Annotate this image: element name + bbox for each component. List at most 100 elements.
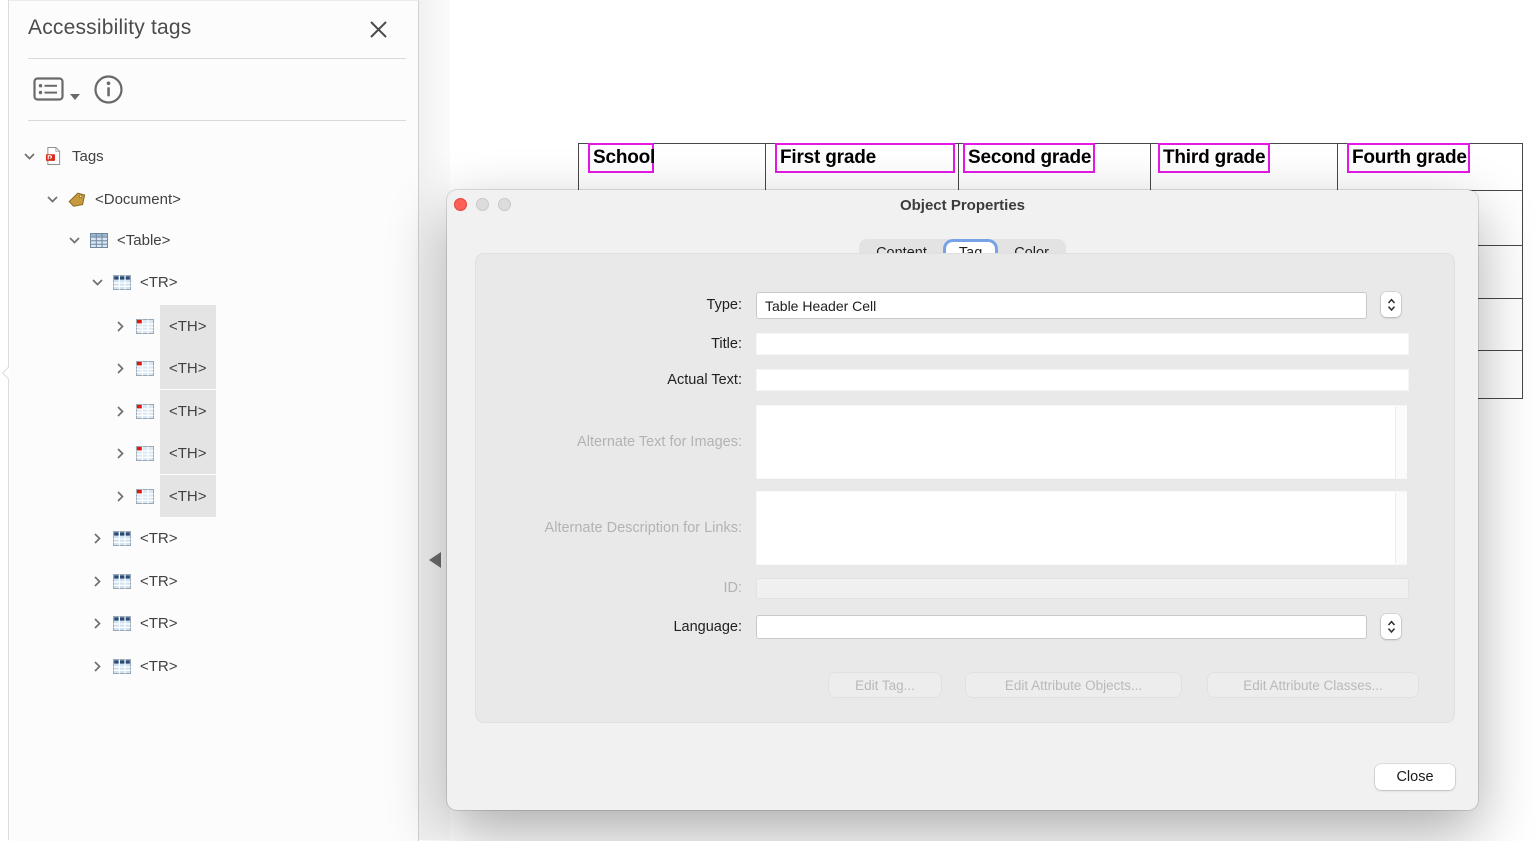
table-header-cell-icon (136, 445, 154, 462)
tree-item-label: <Table> (117, 232, 170, 249)
tree-item-label: <TR> (140, 274, 178, 291)
tree-item-label: <TH> (160, 347, 216, 389)
tree-item-tags[interactable]: Tags (9, 135, 418, 177)
language-field[interactable] (756, 615, 1367, 639)
chevron-right-icon[interactable] (114, 447, 127, 460)
up-down-chevrons-icon (1387, 620, 1396, 634)
tree-item-tr-3[interactable]: <TR> (9, 560, 418, 602)
options-menu-icon[interactable] (33, 77, 64, 102)
table-header-cell-icon (136, 318, 154, 335)
header-cell-text: Second grade (968, 147, 1091, 169)
tree-item-tr-5[interactable]: <TR> (9, 645, 418, 687)
scrollbar-track (1395, 406, 1407, 478)
tree-item-tr-header[interactable]: <TR> (9, 261, 418, 303)
edit-tag-button: Edit Tag... (829, 673, 941, 697)
type-label: Type: (476, 297, 742, 313)
chevron-right-icon[interactable] (114, 490, 127, 503)
chevron-right-icon[interactable] (91, 617, 104, 630)
tree-item-tr-4[interactable]: <TR> (9, 602, 418, 644)
chevron-right-icon[interactable] (114, 362, 127, 375)
divider (28, 120, 406, 121)
table-header-cell-fourth-grade[interactable]: Fourth grade (1347, 143, 1470, 173)
header-cell-text: School (593, 147, 655, 169)
tree-item-th-1[interactable]: <TH> (9, 305, 418, 347)
chevron-right-icon[interactable] (91, 532, 104, 545)
chevron-down-icon[interactable] (23, 150, 36, 163)
type-stepper-button[interactable] (1381, 292, 1401, 317)
info-icon[interactable] (93, 74, 124, 105)
panel-title: Accessibility tags (28, 16, 192, 40)
close-button[interactable]: Close (1375, 764, 1455, 790)
app-window: Accessibility tags Tags <Document> (0, 0, 1540, 840)
up-down-chevrons-icon (1387, 298, 1396, 312)
table-row-icon (113, 274, 131, 291)
object-properties-dialog: Object Properties Content Tag Color Type… (447, 190, 1478, 810)
header-cell-text: Third grade (1163, 147, 1265, 169)
title-field[interactable] (756, 333, 1409, 355)
language-label: Language: (476, 619, 742, 635)
table-icon (90, 232, 108, 249)
chevron-right-icon[interactable] (114, 320, 127, 333)
tree-item-th-5[interactable]: <TH> (9, 475, 418, 517)
tree-item-document[interactable]: <Document> (9, 178, 418, 220)
dialog-title: Object Properties (447, 197, 1478, 214)
table-row-icon (113, 615, 131, 632)
chevron-right-icon[interactable] (114, 405, 127, 418)
close-panel-icon[interactable] (367, 18, 391, 42)
chevron-down-icon[interactable] (46, 193, 59, 206)
tree-item-th-2[interactable]: <TH> (9, 347, 418, 389)
table-row-icon (113, 530, 131, 547)
alt-text-images-field (756, 405, 1407, 479)
collapse-panel-arrow-icon[interactable] (429, 552, 441, 568)
table-header-cell-first-grade[interactable]: First grade (775, 143, 955, 173)
table-header-cell-icon (136, 488, 154, 505)
alt-desc-links-field (756, 491, 1407, 565)
chevron-down-icon[interactable] (91, 276, 104, 289)
alt-desc-links-label: Alternate Description for Links: (476, 520, 742, 536)
table-header-cell-third-grade[interactable]: Third grade (1158, 143, 1270, 173)
divider (28, 58, 406, 59)
actual-text-field[interactable] (756, 369, 1409, 391)
tree-item-th-4[interactable]: <TH> (9, 432, 418, 474)
alt-text-images-label: Alternate Text for Images: (476, 434, 742, 450)
scrollbar-track (1395, 492, 1407, 564)
tree-item-tr-2[interactable]: <TR> (9, 517, 418, 559)
tree-item-label: <TR> (140, 573, 178, 590)
tree-item-label: <TR> (140, 658, 178, 675)
tag-icon (68, 191, 86, 208)
table-row-icon (113, 658, 131, 675)
options-dropdown-caret-icon[interactable] (70, 87, 80, 93)
actual-text-label: Actual Text: (476, 372, 742, 388)
edit-attribute-objects-button: Edit Attribute Objects... (966, 673, 1181, 697)
pdf-file-icon (45, 148, 63, 165)
title-label: Title: (476, 336, 742, 352)
tree-item-label: <TH> (160, 390, 216, 432)
tree-item-label: Tags (72, 148, 104, 165)
table-row-icon (113, 573, 131, 590)
id-label: ID: (476, 580, 742, 596)
tree-item-table[interactable]: <Table> (9, 219, 418, 261)
table-header-cell-second-grade[interactable]: Second grade (963, 143, 1095, 173)
chevron-down-icon[interactable] (68, 234, 81, 247)
tree-item-label: <TH> (160, 475, 216, 517)
language-stepper-button[interactable] (1381, 614, 1401, 639)
tree-item-label: <TR> (140, 615, 178, 632)
tree-item-label: <TR> (140, 530, 178, 547)
chevron-right-icon[interactable] (91, 575, 104, 588)
tree-item-th-3[interactable]: <TH> (9, 390, 418, 432)
chevron-right-icon[interactable] (91, 660, 104, 673)
accessibility-tags-panel: Accessibility tags Tags <Document> (9, 0, 419, 841)
table-header-cell-icon (136, 360, 154, 377)
table-header-cell-icon (136, 403, 154, 420)
tree-item-label: <Document> (95, 191, 181, 208)
table-header-cell-school[interactable]: School (588, 143, 654, 173)
tag-properties-panel: Type: Title: Actual Text: Alternate Text… (475, 253, 1455, 723)
header-cell-text: First grade (780, 147, 876, 169)
tree-item-label: <TH> (160, 432, 216, 474)
header-cell-text: Fourth grade (1352, 147, 1467, 169)
id-field (756, 578, 1409, 599)
tree-item-label: <TH> (160, 305, 216, 347)
table-gridline (1522, 143, 1523, 399)
edit-attribute-classes-button: Edit Attribute Classes... (1208, 673, 1418, 697)
type-field[interactable] (756, 292, 1367, 319)
